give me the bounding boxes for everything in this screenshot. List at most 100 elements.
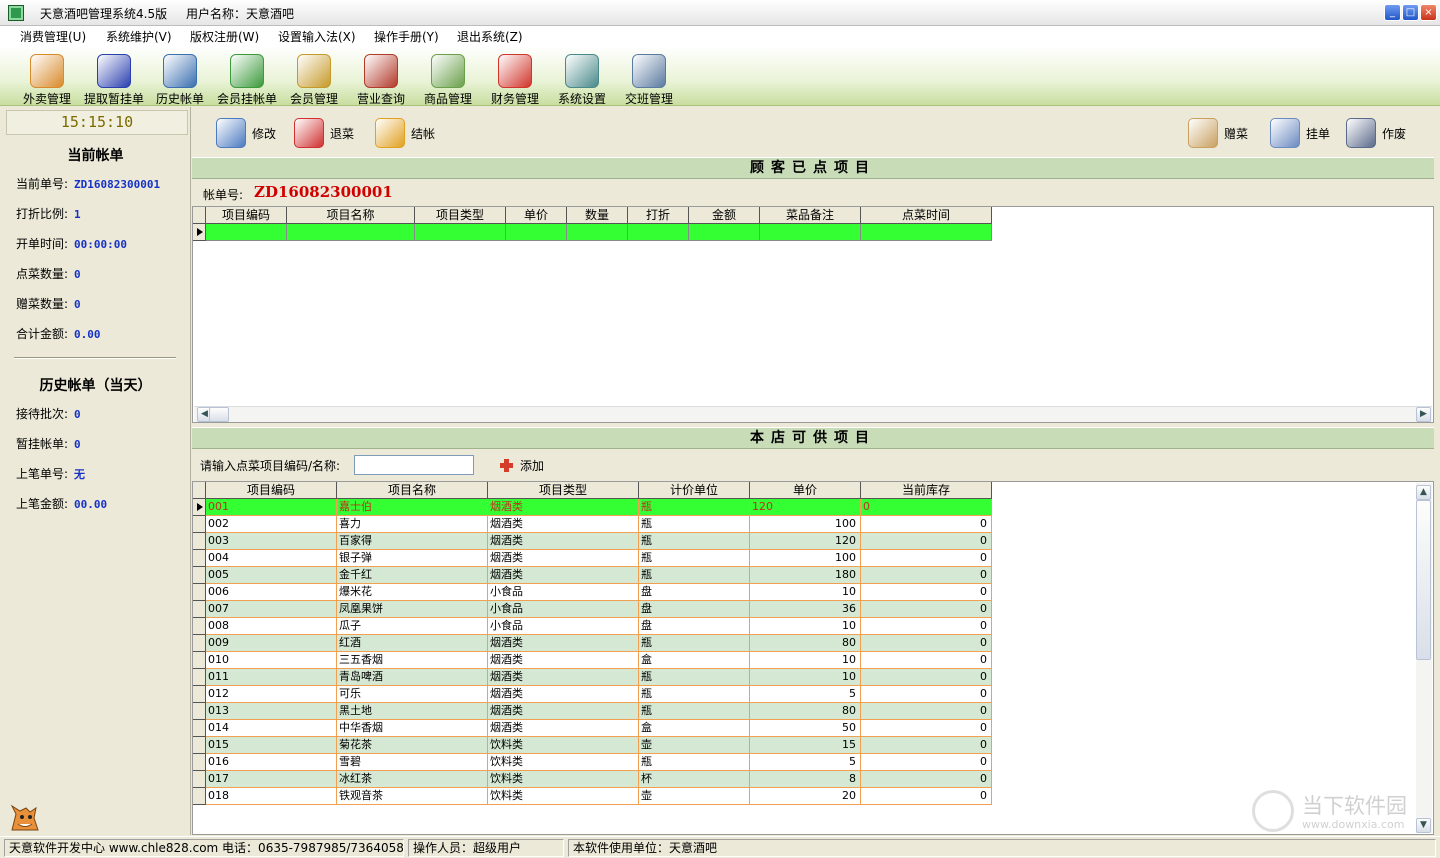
column-header[interactable]: 项目名称	[287, 207, 415, 224]
left-panel: 15:15:10 当前帐单 历史帐单（当天） 当前单号: ZD1608230000…	[0, 107, 191, 835]
ordered-items-grid[interactable]: ◀ ▶ 项目编码 项目名称 项目类型 单价 数量 打折 金额 菜品备注 点菜时间	[192, 206, 1434, 423]
table-cell: 120	[750, 533, 861, 550]
toolbar-pen-button[interactable]: 提取暂挂单	[80, 50, 148, 106]
column-header[interactable]: 单价	[506, 207, 567, 224]
scroll-thumb[interactable]	[209, 407, 229, 422]
scroll-right-icon[interactable]: ▶	[1416, 407, 1431, 422]
column-header[interactable]: 金额	[689, 207, 760, 224]
row-indicator	[193, 635, 206, 652]
menu-registration[interactable]: 版权注册(W)	[190, 28, 259, 45]
toolbar-inquiry-button[interactable]: 营业查询	[347, 50, 415, 106]
table-row[interactable]: 016 雪碧 饮料类瓶 5 0	[193, 754, 993, 771]
table-row[interactable]: 006 爆米花 小食品盘 10 0	[193, 584, 993, 601]
table-cell: 0	[861, 618, 992, 635]
table-row[interactable]: 014 中华香烟 烟酒类盒 50 0	[193, 720, 993, 737]
grid-cell[interactable]	[760, 224, 861, 241]
menu-consumption[interactable]: 消费管理(U)	[20, 28, 86, 45]
table-row[interactable]: 002 喜力 烟酒类瓶 100 0	[193, 516, 993, 533]
menu-exit[interactable]: 退出系统(Z)	[457, 28, 523, 45]
row-value: 0.00	[74, 328, 101, 341]
table-cell: 红酒	[337, 635, 488, 652]
table-cell: 烟酒类	[488, 720, 639, 737]
column-header[interactable]: 数量	[567, 207, 628, 224]
table-cell: 15	[750, 737, 861, 754]
table-row[interactable]: 011 青岛啤酒 烟酒类瓶 10 0	[193, 669, 993, 686]
available-items-grid[interactable]: ▲ ▼ 项目编码 项目名称 项目类型 计价单位 单价 当前库存 001 嘉士伯 烟酒类瓶 120 0…	[192, 481, 1434, 835]
table-cell: 016	[206, 754, 337, 771]
row-indicator	[193, 601, 206, 618]
grid-cell[interactable]	[567, 224, 628, 241]
inquiry-icon	[364, 54, 398, 88]
status-operator: 操作人员：超级用户	[408, 839, 564, 857]
table-row[interactable]: 015 菊花茶 饮料类壶 15 0	[193, 737, 993, 754]
table-row[interactable]: 012 可乐 烟酒类瓶 5 0	[193, 686, 993, 703]
table-row[interactable]: 017 冰红茶 饮料类杯 8 0	[193, 771, 993, 788]
toolbar-settings-button[interactable]: 系统设置	[548, 50, 616, 106]
grid-cell[interactable]	[628, 224, 689, 241]
table-row[interactable]: 007 凤凰果饼 小食品盘 36 0	[193, 601, 993, 618]
horizontal-scrollbar[interactable]: ◀ ▶	[194, 406, 1432, 422]
menu-input-method[interactable]: 设置输入法(X)	[278, 28, 356, 45]
table-cell: 金千红	[337, 567, 488, 584]
table-row[interactable]: 008 瓜子 小食品盘 10 0	[193, 618, 993, 635]
grid-cell[interactable]	[206, 224, 287, 241]
row-label: 暂挂帐单:	[16, 437, 69, 451]
column-header[interactable]: 项目名称	[337, 482, 488, 499]
toolbar-finance-button[interactable]: 财务管理	[481, 50, 549, 106]
table-cell: 010	[206, 652, 337, 669]
search-input[interactable]	[354, 455, 474, 475]
table-row[interactable]: 010 三五香烟 烟酒类盒 10 0	[193, 652, 993, 669]
column-header[interactable]: 点菜时间	[861, 207, 992, 224]
column-header[interactable]: 项目类型	[415, 207, 506, 224]
vertical-scrollbar[interactable]: ▲ ▼	[1416, 483, 1432, 833]
table-row[interactable]: 018 铁观音茶 饮料类壶 20 0	[193, 788, 993, 805]
toolbar-notepad-button[interactable]: 会员挂帐单	[213, 50, 281, 106]
app-title: 天意酒吧管理系统4.5版	[40, 7, 168, 21]
action-cross-button[interactable]: 退菜	[294, 117, 354, 149]
table-cell: 5	[750, 686, 861, 703]
ordered-empty-row[interactable]	[193, 224, 993, 241]
column-header[interactable]: 项目编码	[206, 482, 337, 499]
table-row[interactable]: 004 银子弹 烟酒类瓶 100 0	[193, 550, 993, 567]
action-void-button[interactable]: 作废	[1346, 117, 1406, 149]
menu-manual[interactable]: 操作手册(Y)	[374, 28, 439, 45]
column-header[interactable]: 当前库存	[861, 482, 992, 499]
table-row[interactable]: 001 嘉士伯 烟酒类瓶 120 0	[193, 499, 993, 516]
close-button[interactable]: ×	[1420, 4, 1437, 21]
action-edit-button[interactable]: 修改	[216, 117, 276, 149]
action-clipboard-button[interactable]: 赠菜	[1188, 117, 1248, 149]
table-row[interactable]: 005 金千红 烟酒类瓶 180 0	[193, 567, 993, 584]
toolbar-burger-button[interactable]: 外卖管理	[13, 50, 81, 106]
menu-maintenance[interactable]: 系统维护(V)	[106, 28, 172, 45]
action-notepad-edit-button[interactable]: 挂单	[1270, 117, 1330, 149]
scroll-thumb[interactable]	[1416, 500, 1431, 660]
toolbar-books-button[interactable]: 历史帐单	[146, 50, 214, 106]
grid-cell[interactable]	[861, 224, 992, 241]
grid-cell[interactable]	[415, 224, 506, 241]
column-header[interactable]: 打折	[628, 207, 689, 224]
column-header[interactable]: 项目编码	[206, 207, 287, 224]
row-value: 0	[74, 268, 81, 281]
table-row[interactable]: 009 红酒 烟酒类瓶 80 0	[193, 635, 993, 652]
column-header[interactable]: 菜品备注	[760, 207, 861, 224]
column-header[interactable]: 计价单位	[639, 482, 750, 499]
table-cell: 100	[750, 516, 861, 533]
maximize-button[interactable]: □	[1402, 4, 1419, 21]
table-row[interactable]: 013 黑土地 烟酒类瓶 80 0	[193, 703, 993, 720]
scroll-up-icon[interactable]: ▲	[1416, 485, 1431, 500]
table-cell: 小食品	[488, 601, 639, 618]
add-button[interactable]: 添加	[500, 457, 544, 474]
column-header[interactable]: 单价	[750, 482, 861, 499]
grid-cell[interactable]	[287, 224, 415, 241]
toolbar-members-button[interactable]: 会员管理	[280, 50, 348, 106]
toolbar-handshake-button[interactable]: 交班管理	[615, 50, 683, 106]
action-coins-button[interactable]: 结帐	[375, 117, 435, 149]
handshake-icon	[632, 54, 666, 88]
toolbar-goods-button[interactable]: 商品管理	[414, 50, 482, 106]
minimize-button[interactable]: _	[1384, 4, 1401, 21]
table-row[interactable]: 003 百家得 烟酒类瓶 120 0	[193, 533, 993, 550]
grid-cell[interactable]	[689, 224, 760, 241]
grid-cell[interactable]	[506, 224, 567, 241]
column-header[interactable]: 项目类型	[488, 482, 639, 499]
row-indicator-icon	[193, 224, 206, 241]
